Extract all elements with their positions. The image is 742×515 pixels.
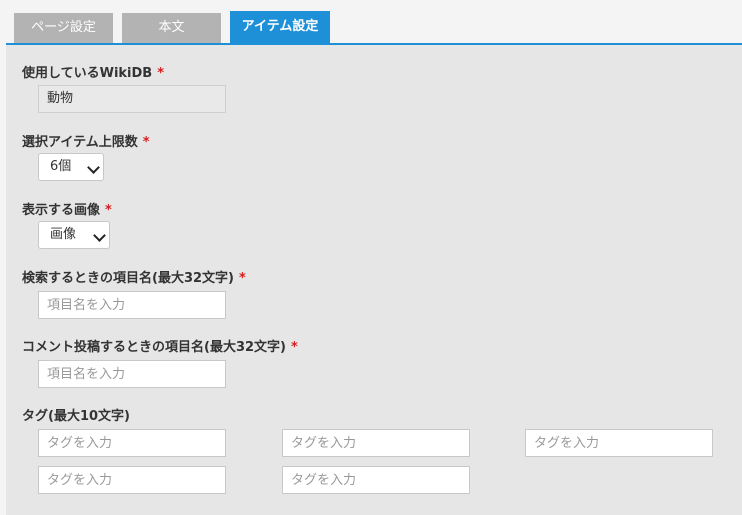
- required-mark: *: [157, 66, 165, 81]
- comment-name-input[interactable]: [38, 360, 226, 388]
- tab-bar: ページ設定 本文 アイテム設定: [0, 0, 742, 44]
- max-items-selected-value: 6個: [50, 159, 72, 174]
- image-select[interactable]: 画像: [38, 221, 110, 249]
- image-selected-value: 画像: [50, 227, 77, 242]
- max-items-label: 選択アイテム上限数 *: [22, 131, 150, 150]
- max-items-select[interactable]: 6個: [38, 153, 104, 181]
- chevron-down-icon: [93, 229, 106, 242]
- search-name-label: 検索するときの項目名(最大32文字) *: [22, 267, 246, 286]
- chevron-down-icon: [87, 161, 100, 174]
- max-items-label-text: 選択アイテム上限数: [22, 135, 138, 150]
- tab-body-text[interactable]: 本文: [122, 13, 221, 43]
- tag-input[interactable]: [282, 466, 470, 494]
- tags-label: タグ(最大10文字): [22, 409, 130, 424]
- required-mark: *: [238, 271, 246, 286]
- comment-name-label: コメント投稿するときの項目名(最大32文字) *: [22, 336, 298, 355]
- required-mark: *: [105, 203, 112, 218]
- wikidb-label: 使用しているWikiDB *: [22, 62, 164, 81]
- image-label: 表示する画像 *: [22, 199, 112, 218]
- tag-input[interactable]: [38, 429, 226, 457]
- search-name-label-text: 検索するときの項目名(最大32文字): [22, 271, 234, 286]
- comment-name-label-text: コメント投稿するときの項目名(最大32文字): [22, 340, 286, 355]
- tag-input[interactable]: [38, 466, 226, 494]
- tag-input[interactable]: [282, 429, 470, 457]
- required-mark: *: [142, 135, 150, 150]
- wikidb-value: 動物: [38, 85, 226, 113]
- search-name-input[interactable]: [38, 291, 226, 319]
- image-label-text: 表示する画像: [22, 203, 101, 218]
- wikidb-label-text: 使用しているWikiDB: [22, 66, 153, 81]
- tab-item-settings[interactable]: アイテム設定: [230, 11, 330, 44]
- settings-panel: 使用しているWikiDB * 動物 選択アイテム上限数 * 6個 表示する画像 * 画…: [6, 45, 742, 515]
- tab-page-settings[interactable]: ページ設定: [14, 13, 113, 43]
- tag-input[interactable]: [525, 429, 713, 457]
- required-mark: *: [290, 340, 298, 355]
